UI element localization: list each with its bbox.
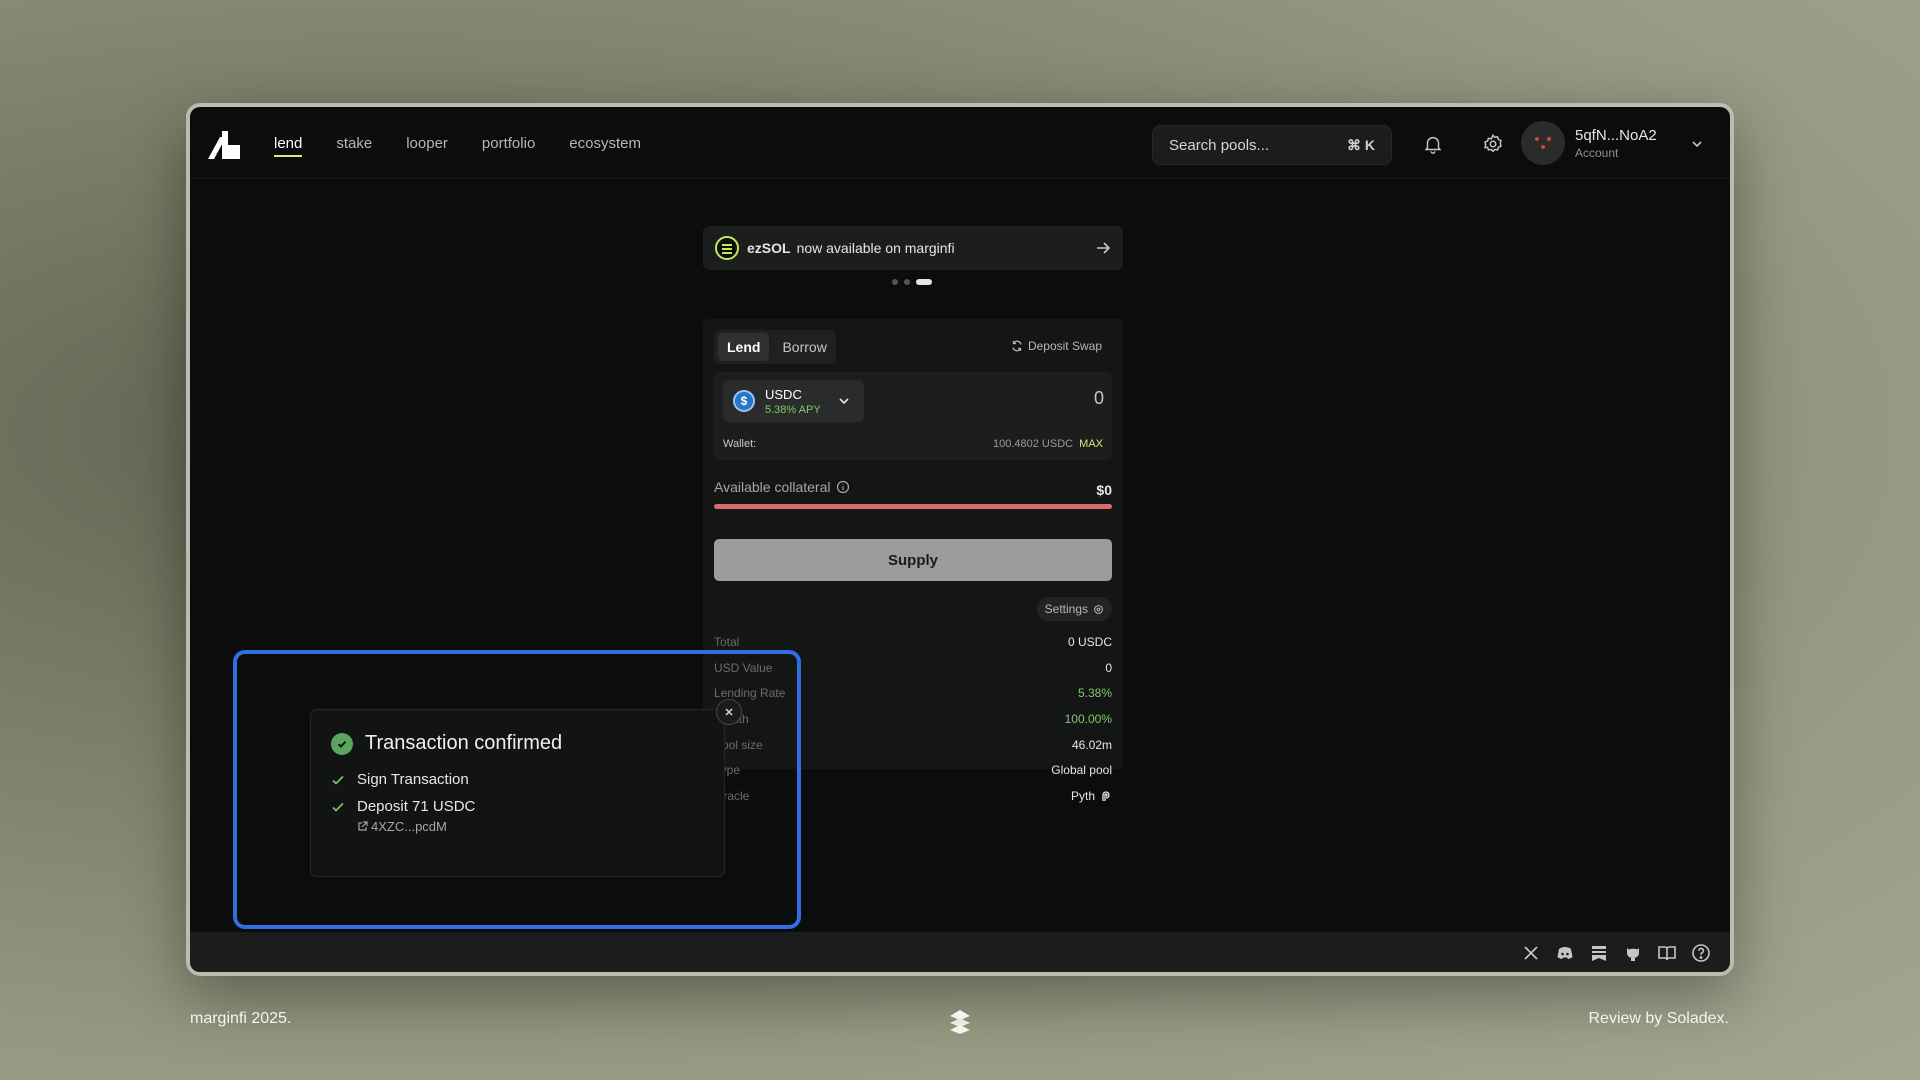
wallet-balance: 100.4802 USDC [992,438,1074,450]
external-link-icon [358,821,368,831]
pyth-icon [1102,791,1110,801]
gear-icon[interactable] [1482,133,1504,155]
amount-input[interactable] [954,388,1104,409]
arrow-right-icon [1097,242,1111,254]
check-icon [332,775,344,785]
nav-looper[interactable]: looper [406,135,448,152]
stat-value: Global pool [1051,763,1112,778]
token-selector[interactable]: $ USDC 5.38% APY [723,380,864,422]
wallet-label: Wallet: [723,438,757,450]
refresh-icon [1012,340,1022,352]
success-check-icon [331,732,353,755]
wallet-row: Wallet: 100.4802 USDC MAX [723,438,1103,450]
token-symbol: USDC [765,386,802,402]
toast-title: Transaction confirmed [365,732,563,754]
step-label: Deposit 71 USDC [357,798,476,815]
collateral-row: Available collateral $0 [714,476,1112,498]
toast-close-button[interactable] [716,699,742,725]
stat-value: 46.02m [1071,737,1112,752]
toast-step: Deposit 71 USDC 4XZC...pcdM [331,798,704,834]
info-icon[interactable] [836,480,850,494]
stat-value: 5.38% [1077,686,1112,701]
tx-link-label: 4XZC...pcdM [371,819,447,834]
nav-stake[interactable]: stake [336,135,372,152]
nav-lend[interactable]: lend [274,135,303,157]
app-window-frame: lend stake looper portfolio ecosystem Se… [186,103,1734,976]
supply-button[interactable]: Supply [714,539,1112,581]
account-menu[interactable]: 5qfN...NoA2 Account [1521,121,1657,165]
search-placeholder: Search pools... [1169,136,1270,154]
transaction-toast: Transaction confirmed Sign Transaction D… [310,709,725,877]
page-footer-left: marginfi 2025. [190,1010,292,1027]
app-footer [190,932,1730,972]
stat-value: 100.00% [1064,711,1112,726]
check-icon [332,802,344,812]
search-pools-input[interactable]: Search pools... ⌘ K [1152,125,1392,165]
collateral-bar [714,504,1112,509]
discord-icon[interactable] [1554,942,1576,964]
avatar [1521,121,1565,165]
docs-book-icon[interactable] [1656,942,1678,964]
lend-borrow-tabs: Lend Borrow [714,330,836,364]
banner-text: now available on marginfi [796,240,955,256]
newsletter-icon[interactable] [1588,942,1610,964]
ezsol-icon [715,236,739,260]
page-footer-right: Review by Soladex. [1588,1010,1729,1027]
token-apy: 5.38% APY [765,403,821,416]
chevron-down-icon[interactable] [1690,137,1704,151]
gear-icon [1094,604,1103,614]
amount-input-box: $ USDC 5.38% APY Wallet: 100.4802 USDC M… [714,372,1112,460]
usdc-icon: $ [733,390,755,412]
nav-ecosystem[interactable]: ecosystem [569,135,641,152]
top-nav-bar: lend stake looper portfolio ecosystem Se… [190,107,1730,179]
oracle-value: Pyth [1070,788,1095,803]
carousel-dot[interactable] [892,279,898,285]
deposit-swap-label: Deposit Swap [1027,339,1102,353]
carousel-dot-active[interactable] [916,279,932,285]
carousel-dot[interactable] [904,279,910,285]
tx-link[interactable]: 4XZC...pcdM [357,819,475,834]
help-icon[interactable] [1690,942,1712,964]
account-name: 5qfN...NoA2 [1575,126,1657,144]
tab-lend[interactable]: Lend [718,333,770,361]
announcement-banner[interactable]: ezSOL now available on marginfi [703,226,1123,270]
marginfi-logo[interactable] [206,127,242,161]
main-nav: lend stake looper portfolio ecosystem [274,107,641,179]
tab-borrow[interactable]: Borrow [773,333,835,361]
step-label: Sign Transaction [357,771,469,788]
x-twitter-icon[interactable] [1520,942,1542,964]
close-icon [725,708,733,716]
stat-label: Total [714,634,740,649]
max-button[interactable]: MAX [1079,438,1103,450]
github-icon[interactable] [1622,942,1644,964]
banner-token: ezSOL [747,240,791,256]
stat-value: 0 USDC [1067,634,1112,649]
stat-value: 0 [1105,660,1112,675]
app-screen: lend stake looper portfolio ecosystem Se… [190,107,1730,972]
deposit-swap-button[interactable]: Deposit Swap [1011,339,1102,353]
stat-value-oracle: Pyth [1071,789,1112,803]
bell-icon[interactable] [1422,133,1444,155]
settings-label: Settings [1044,602,1088,616]
collateral-value: $0 [1096,482,1112,498]
settings-button[interactable]: Settings [1036,597,1112,621]
carousel-dots [892,279,932,285]
toast-step: Sign Transaction [331,771,704,788]
account-sub: Account [1575,145,1619,160]
nav-portfolio[interactable]: portfolio [482,135,535,152]
soladex-logo [950,1010,970,1034]
chevron-down-icon [839,398,849,405]
collateral-label: Available collateral [714,479,831,495]
search-shortcut: ⌘ K [1347,136,1375,153]
